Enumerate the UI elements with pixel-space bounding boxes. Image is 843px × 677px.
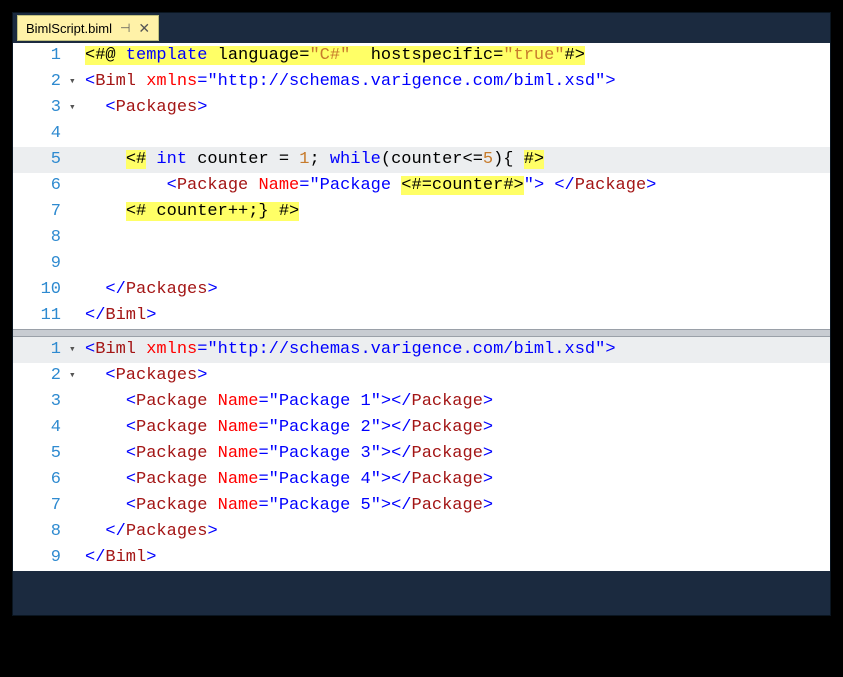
- fold-gutter[interactable]: [69, 277, 85, 303]
- fold-gutter[interactable]: [69, 389, 85, 415]
- fold-gutter[interactable]: [69, 199, 85, 225]
- code-line[interactable]: 8: [13, 225, 830, 251]
- code-line[interactable]: 2 ▾ <Packages>: [13, 363, 830, 389]
- tab-bar: BimlScript.biml ⊣ ✕: [13, 13, 830, 43]
- code-pane-top[interactable]: 1 <#@ template language="C#" hostspecifi…: [13, 43, 830, 329]
- line-number: 5: [13, 441, 69, 467]
- file-tab[interactable]: BimlScript.biml ⊣ ✕: [17, 15, 159, 41]
- code-line[interactable]: 4: [13, 121, 830, 147]
- fold-gutter[interactable]: [69, 519, 85, 545]
- fold-toggle[interactable]: ▾: [69, 95, 85, 121]
- code-line[interactable]: 11 </Biml>: [13, 303, 830, 329]
- split-divider[interactable]: [13, 329, 830, 337]
- fold-toggle[interactable]: ▾: [69, 337, 85, 363]
- fold-gutter[interactable]: [69, 121, 85, 147]
- line-number: 8: [13, 519, 69, 545]
- line-number: 3: [13, 95, 69, 121]
- fold-gutter[interactable]: [69, 493, 85, 519]
- pin-icon[interactable]: ⊣: [120, 21, 130, 35]
- code-text[interactable]: </Biml>: [85, 303, 830, 329]
- code-text[interactable]: <Biml xmlns="http://schemas.varigence.co…: [85, 337, 830, 363]
- code-text[interactable]: <# int counter = 1; while(counter<=5){ #…: [85, 147, 830, 173]
- fold-gutter[interactable]: [69, 467, 85, 493]
- line-number: 6: [13, 173, 69, 199]
- fold-gutter[interactable]: [69, 441, 85, 467]
- line-number: 4: [13, 415, 69, 441]
- code-text[interactable]: <# counter++;} #>: [85, 199, 830, 225]
- code-line[interactable]: 7 <Package Name="Package 5"></Package>: [13, 493, 830, 519]
- line-number: 4: [13, 121, 69, 147]
- fold-gutter[interactable]: [69, 251, 85, 277]
- fold-gutter[interactable]: [69, 225, 85, 251]
- tab-filename: BimlScript.biml: [26, 21, 112, 36]
- code-text[interactable]: [85, 121, 830, 147]
- fold-gutter[interactable]: [69, 303, 85, 329]
- code-text[interactable]: </Packages>: [85, 277, 830, 303]
- fold-gutter[interactable]: [69, 415, 85, 441]
- code-text[interactable]: <Biml xmlns="http://schemas.varigence.co…: [85, 69, 830, 95]
- line-number: 9: [13, 251, 69, 277]
- fold-toggle[interactable]: ▾: [69, 363, 85, 389]
- fold-gutter[interactable]: [69, 173, 85, 199]
- fold-gutter[interactable]: [69, 43, 85, 69]
- code-line-current[interactable]: 1 ▾ <Biml xmlns="http://schemas.varigenc…: [13, 337, 830, 363]
- code-line[interactable]: 6 <Package Name="Package 4"></Package>: [13, 467, 830, 493]
- fold-gutter[interactable]: [69, 545, 85, 571]
- line-number: 3: [13, 389, 69, 415]
- line-number: 7: [13, 493, 69, 519]
- code-text[interactable]: <Packages>: [85, 363, 830, 389]
- line-number: 5: [13, 147, 69, 173]
- fold-toggle[interactable]: ▾: [69, 69, 85, 95]
- line-number: 11: [13, 303, 69, 329]
- close-icon[interactable]: ✕: [138, 20, 150, 37]
- code-line[interactable]: 5 <Package Name="Package 3"></Package>: [13, 441, 830, 467]
- code-line[interactable]: 8 </Packages>: [13, 519, 830, 545]
- code-line[interactable]: 6 <Package Name="Package <#=counter#>"> …: [13, 173, 830, 199]
- line-number: 9: [13, 545, 69, 571]
- code-text[interactable]: <Package Name="Package 5"></Package>: [85, 493, 830, 519]
- line-number: 8: [13, 225, 69, 251]
- code-text[interactable]: [85, 251, 830, 277]
- code-line[interactable]: 3 ▾ <Packages>: [13, 95, 830, 121]
- code-text[interactable]: <Packages>: [85, 95, 830, 121]
- code-pane-bottom[interactable]: 1 ▾ <Biml xmlns="http://schemas.varigenc…: [13, 337, 830, 571]
- fold-gutter[interactable]: [69, 147, 85, 173]
- code-text[interactable]: <Package Name="Package 3"></Package>: [85, 441, 830, 467]
- line-number: 7: [13, 199, 69, 225]
- code-line[interactable]: 10 </Packages>: [13, 277, 830, 303]
- line-number: 1: [13, 43, 69, 69]
- code-text[interactable]: </Packages>: [85, 519, 830, 545]
- code-text[interactable]: <Package Name="Package 1"></Package>: [85, 389, 830, 415]
- code-line[interactable]: 2 ▾ <Biml xmlns="http://schemas.varigenc…: [13, 69, 830, 95]
- code-text[interactable]: <Package Name="Package 4"></Package>: [85, 467, 830, 493]
- code-line-current[interactable]: 5 <# int counter = 1; while(counter<=5){…: [13, 147, 830, 173]
- code-line[interactable]: 1 <#@ template language="C#" hostspecifi…: [13, 43, 830, 69]
- code-text[interactable]: [85, 225, 830, 251]
- line-number: 2: [13, 69, 69, 95]
- line-number: 10: [13, 277, 69, 303]
- code-line[interactable]: 9: [13, 251, 830, 277]
- line-number: 2: [13, 363, 69, 389]
- code-text[interactable]: <#@ template language="C#" hostspecific=…: [85, 43, 830, 69]
- code-text[interactable]: <Package Name="Package <#=counter#>"> </…: [85, 173, 830, 199]
- code-text[interactable]: </Biml>: [85, 545, 830, 571]
- code-line[interactable]: 3 <Package Name="Package 1"></Package>: [13, 389, 830, 415]
- code-text[interactable]: <Package Name="Package 2"></Package>: [85, 415, 830, 441]
- code-line[interactable]: 7 <# counter++;} #>: [13, 199, 830, 225]
- line-number: 6: [13, 467, 69, 493]
- line-number: 1: [13, 337, 69, 363]
- bottom-bar: [13, 571, 830, 615]
- editor-frame: BimlScript.biml ⊣ ✕ 1 <#@ template langu…: [12, 12, 831, 616]
- code-line[interactable]: 9 </Biml>: [13, 545, 830, 571]
- code-line[interactable]: 4 <Package Name="Package 2"></Package>: [13, 415, 830, 441]
